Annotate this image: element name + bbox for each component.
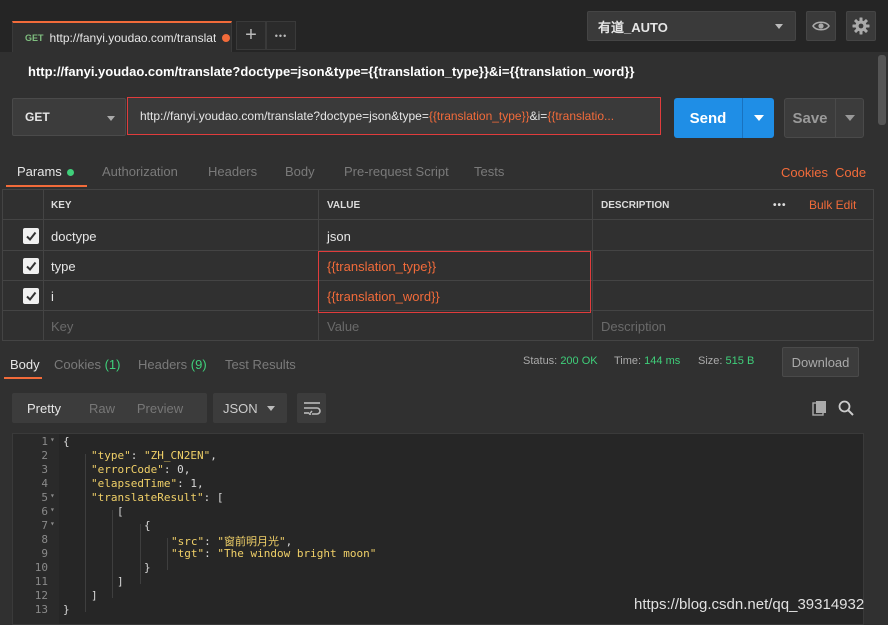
description-placeholder[interactable]: Description: [593, 311, 666, 341]
format-select[interactable]: JSON: [213, 393, 287, 423]
manage-environments-button[interactable]: [846, 11, 876, 41]
row-checkbox[interactable]: [23, 228, 39, 244]
highlight-box: [318, 251, 591, 313]
unsaved-dot-icon: [221, 33, 230, 42]
search-icon[interactable]: [838, 400, 854, 419]
active-tab-indicator: [4, 377, 42, 379]
cookies-link[interactable]: Cookies: [781, 165, 828, 180]
check-icon: [26, 231, 37, 242]
check-icon: [26, 261, 37, 272]
response-time: Time: 144 ms: [614, 355, 681, 367]
table-row-empty: Key Value Description: [3, 311, 873, 341]
eye-icon: [812, 21, 830, 31]
table-header: KEY VALUE DESCRIPTION ••• Bulk Edit: [3, 190, 873, 220]
wrap-icon: [303, 402, 321, 415]
wrap-lines-button[interactable]: [297, 393, 326, 423]
tab-response-body[interactable]: Body: [10, 357, 40, 372]
save-label: Save: [792, 109, 828, 127]
new-tab-button[interactable]: +: [236, 21, 266, 50]
param-key[interactable]: type: [43, 251, 76, 281]
scrollbar[interactable]: [878, 55, 886, 125]
fold-icon: ▾: [50, 505, 55, 514]
gear-icon: [852, 17, 870, 35]
tab-test-results[interactable]: Test Results: [225, 357, 296, 372]
method-label: GET: [25, 110, 50, 124]
chevron-down-icon: [107, 116, 115, 121]
copy-icon[interactable]: [812, 400, 828, 419]
column-value: VALUE: [327, 199, 361, 211]
response-size: Size: 515 B: [698, 355, 755, 367]
param-key[interactable]: i: [43, 281, 54, 311]
view-pretty[interactable]: Pretty: [12, 401, 76, 416]
chevron-down-icon[interactable]: [845, 115, 855, 121]
view-preview[interactable]: Preview: [128, 401, 192, 416]
send-label: Send: [689, 109, 727, 127]
row-checkbox[interactable]: [23, 258, 39, 274]
tab-params[interactable]: Params: [17, 164, 74, 179]
param-value[interactable]: json: [319, 221, 351, 251]
active-tab-indicator: [6, 185, 87, 187]
param-key[interactable]: doctype: [43, 221, 97, 251]
table-row: doctype json: [3, 221, 873, 251]
key-placeholder[interactable]: Key: [43, 311, 73, 341]
check-icon: [26, 291, 37, 302]
response-status: Status: 200 OK: [523, 355, 598, 367]
tab-response-cookies[interactable]: Cookies (1): [54, 357, 120, 372]
url-variable-word: {{translatio...: [547, 109, 615, 123]
watermark: https://blog.csdn.net/qq_39314932: [634, 596, 865, 613]
column-description: DESCRIPTION: [601, 199, 670, 211]
url-prefix: http://fanyi.youdao.com/translate?doctyp…: [140, 109, 429, 123]
tab-method: GET: [25, 32, 44, 43]
chevron-down-icon: [775, 24, 783, 29]
request-title: http://fanyi.youdao.com/translate?doctyp…: [28, 64, 635, 79]
column-key: KEY: [51, 199, 72, 211]
column-more-button[interactable]: •••: [765, 190, 787, 220]
url-input[interactable]: http://fanyi.youdao.com/translate?doctyp…: [127, 97, 661, 135]
environment-select[interactable]: 有道_AUTO: [587, 11, 796, 41]
view-raw[interactable]: Raw: [76, 401, 128, 416]
fold-icon: ▾: [50, 519, 55, 528]
tab-headers[interactable]: Headers: [208, 164, 257, 179]
tab-title: http://fanyi.youdao.com/translat: [49, 30, 216, 45]
format-label: JSON: [223, 400, 258, 416]
code-link[interactable]: Code: [835, 165, 866, 180]
tab-authorization[interactable]: Authorization: [102, 164, 178, 179]
tab-response-headers[interactable]: Headers (9): [138, 357, 207, 372]
status-dot-icon: [66, 169, 74, 177]
chevron-down-icon: [267, 406, 275, 411]
tab-body[interactable]: Body: [285, 164, 315, 179]
chevron-down-icon[interactable]: [754, 115, 764, 121]
download-button[interactable]: Download: [782, 347, 859, 377]
tab-more-button[interactable]: •••: [266, 21, 296, 50]
send-button[interactable]: Send: [674, 98, 774, 138]
row-checkbox[interactable]: [23, 288, 39, 304]
url-mid: &i=: [529, 109, 548, 123]
url-variable-type: {{translation_type}}: [428, 109, 530, 123]
environment-quick-look-button[interactable]: [806, 11, 836, 41]
tab-tests[interactable]: Tests: [474, 164, 504, 179]
fold-icon: ▾: [50, 435, 55, 444]
bulk-edit-link[interactable]: Bulk Edit: [801, 190, 856, 220]
fold-icon: ▾: [50, 491, 55, 500]
save-button[interactable]: Save: [784, 98, 864, 138]
method-select[interactable]: GET: [12, 98, 126, 136]
view-mode-group: Pretty Raw Preview: [12, 393, 207, 423]
environment-label: 有道_AUTO: [598, 19, 668, 35]
value-placeholder[interactable]: Value: [319, 311, 359, 341]
tab-pre-request-script[interactable]: Pre-request Script: [344, 164, 449, 179]
request-tab[interactable]: GET http://fanyi.youdao.com/translat: [12, 21, 232, 52]
